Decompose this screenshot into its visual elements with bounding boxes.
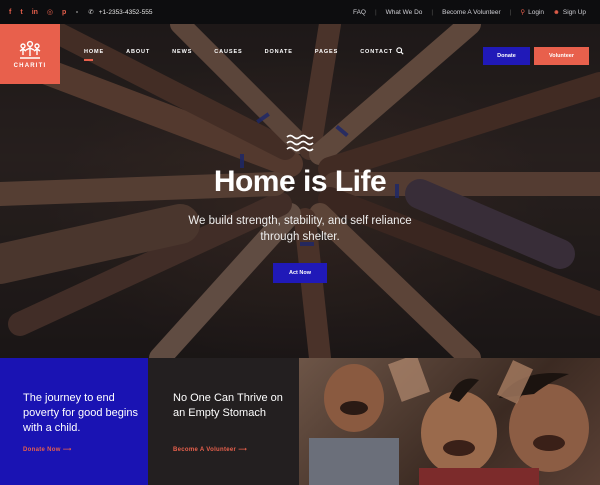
card-donate: The journey to end poverty for good begi… bbox=[0, 358, 148, 485]
nav-pages[interactable]: PAGES bbox=[315, 49, 338, 55]
main-nav: HOME ABOUT NEWS CAUSES DONATE PAGES CONT… bbox=[84, 47, 415, 61]
twitter-icon[interactable]: t bbox=[20, 9, 22, 16]
card-text: The journey to end poverty for good begi… bbox=[23, 392, 138, 434]
logo-text: CHARITI bbox=[13, 62, 47, 69]
children-photo-image bbox=[309, 358, 589, 485]
phone-text: +1-2353-4352-555 bbox=[98, 8, 153, 16]
waves-icon bbox=[286, 134, 314, 152]
nav-contact[interactable]: CONTACT bbox=[360, 49, 393, 55]
link-faq[interactable]: FAQ bbox=[353, 9, 366, 16]
pinterest-icon[interactable]: p bbox=[62, 9, 66, 16]
donate-button[interactable]: Donate bbox=[483, 47, 530, 65]
search-icon[interactable] bbox=[396, 47, 404, 55]
arrow-right-icon: ⟶ bbox=[62, 447, 72, 453]
phone-number[interactable]: ✆ +1-2353-4352-555 bbox=[88, 8, 153, 17]
nav-about[interactable]: ABOUT bbox=[126, 49, 150, 55]
signup-link[interactable]: ☻ Sign Up bbox=[553, 9, 586, 16]
instagram-icon[interactable]: ◎ bbox=[47, 9, 53, 16]
hero-subtitle: We build strength, stability, and self r… bbox=[188, 215, 412, 243]
separator: | bbox=[431, 8, 434, 16]
arrow-right-icon: ⟶ bbox=[238, 447, 248, 453]
logo[interactable]: CHARITI bbox=[0, 24, 60, 84]
separator: | bbox=[374, 8, 377, 16]
phone-icon: ✆ bbox=[88, 9, 94, 16]
link-label: Donate Now bbox=[23, 447, 61, 453]
facebook-icon[interactable]: f bbox=[9, 9, 11, 16]
nav-donate[interactable]: DONATE bbox=[265, 49, 293, 55]
user-icon: ☻ bbox=[553, 8, 560, 16]
nav-causes[interactable]: CAUSES bbox=[214, 49, 242, 55]
become-volunteer-link[interactable]: Become A Volunteer ⟶ bbox=[173, 446, 247, 453]
top-right-links: FAQ | What We Do | Become A Volunteer | … bbox=[353, 0, 586, 24]
divider-dot bbox=[76, 11, 79, 13]
separator: | bbox=[509, 8, 512, 16]
link-label: Become A Volunteer bbox=[173, 447, 237, 453]
link-become-volunteer[interactable]: Become A Volunteer bbox=[442, 9, 501, 16]
linkedin-icon[interactable]: in bbox=[32, 9, 38, 16]
act-now-button[interactable]: Act Now bbox=[273, 263, 327, 283]
nav-home[interactable]: HOME bbox=[84, 49, 104, 61]
nav-news[interactable]: NEWS bbox=[172, 49, 192, 55]
signup-label: Sign Up bbox=[562, 8, 586, 16]
login-label: Login bbox=[528, 9, 545, 16]
link-what-we-do[interactable]: What We Do bbox=[386, 9, 423, 16]
card-text: No One Can Thrive on an Empty Stomach bbox=[173, 392, 283, 419]
donate-now-link[interactable]: Donate Now ⟶ bbox=[23, 446, 72, 453]
volunteer-button[interactable]: Volunteer bbox=[534, 47, 589, 65]
login-link[interactable]: ⚲ Login bbox=[520, 8, 544, 16]
lock-icon: ⚲ bbox=[520, 9, 526, 16]
logo-emblem-icon bbox=[19, 40, 41, 59]
card-volunteer: No One Can Thrive on an Empty Stomach Be… bbox=[148, 358, 299, 485]
social-links: f t in ◎ p bbox=[9, 9, 66, 16]
top-bar: f t in ◎ p ✆ +1-2353-4352-555 FAQ | What… bbox=[0, 0, 600, 24]
hero-title: Home is Life bbox=[213, 165, 387, 198]
children-photo bbox=[299, 358, 600, 485]
